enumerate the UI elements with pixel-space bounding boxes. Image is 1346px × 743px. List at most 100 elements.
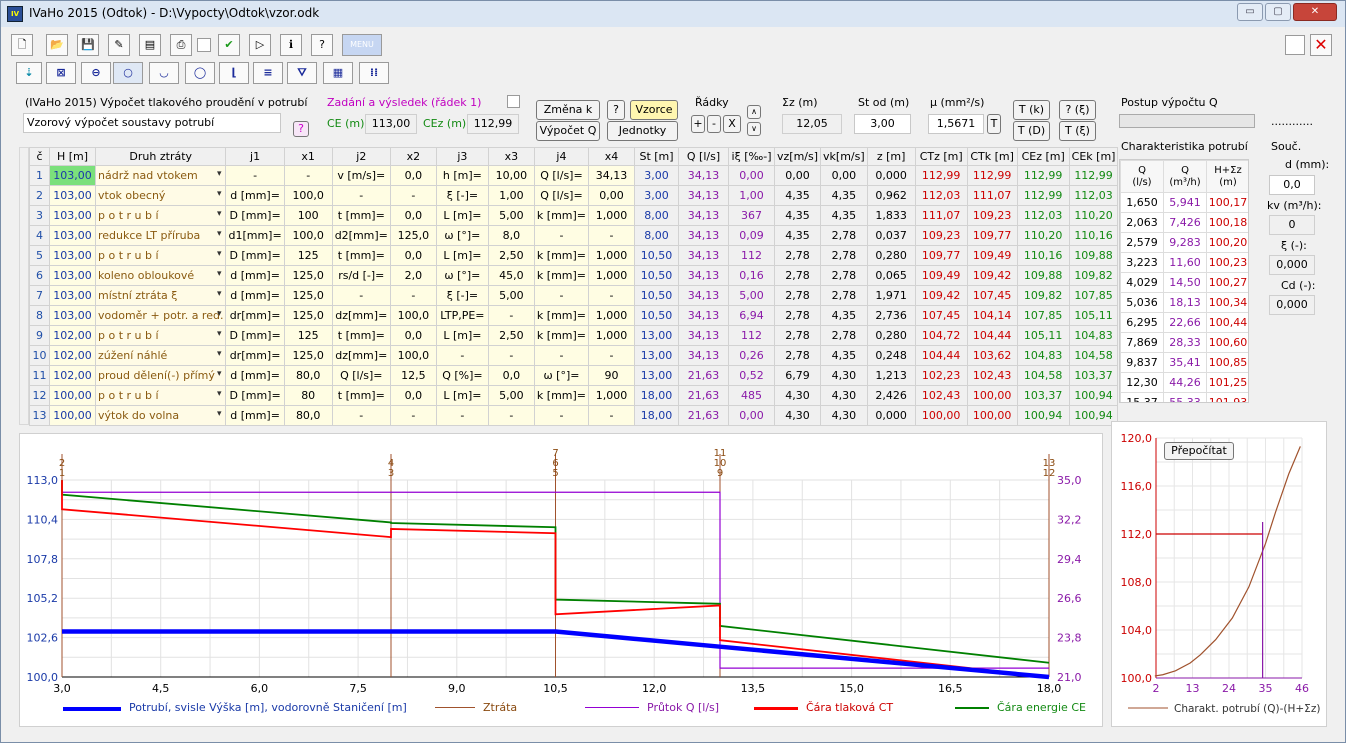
new-file-icon[interactable]: 🗋 [11, 34, 33, 56]
cell-druh-ztraty[interactable]: p o t r u b í ▾ [94, 245, 227, 266]
cell-j1[interactable]: dr[mm]= [225, 305, 285, 326]
cell-h-m[interactable]: 103,00 [49, 265, 96, 286]
cell-j1[interactable]: D [mm]= [225, 245, 285, 266]
cell-j3[interactable]: L [m]= [435, 205, 489, 226]
row-remove-button[interactable]: - [707, 115, 721, 133]
cell-x2[interactable]: - [389, 185, 437, 206]
grid-icon[interactable]: ⁞⁞ [359, 62, 389, 84]
cell-j3[interactable]: h [m]= [435, 165, 489, 186]
ring-icon[interactable]: ◯ [185, 62, 215, 84]
cell-x3[interactable]: 45,0 [487, 265, 535, 286]
cell-j4[interactable]: - [533, 225, 590, 246]
table-row[interactable]: 5 103,00 p o t r u b í ▾ D [mm]= 125 t [mm]= 0,… [29, 245, 1119, 266]
cell-druh-ztraty[interactable]: výtok do volna ▾ [94, 405, 227, 426]
vzorce-button[interactable]: Vzorce [630, 100, 678, 120]
cell-j2[interactable]: - [331, 185, 391, 206]
cell-j4[interactable]: k [mm]= [533, 265, 590, 286]
cell-j3[interactable]: ξ [-]= [435, 285, 489, 306]
cell-h-m[interactable]: 103,00 [49, 225, 96, 246]
input-result-checkbox[interactable] [507, 95, 520, 108]
cell-h-m[interactable]: 100,00 [49, 385, 96, 406]
cell-j2[interactable]: v [m/s]= [331, 165, 391, 186]
cell-x3[interactable]: 5,00 [487, 285, 535, 306]
cell-druh-ztraty[interactable]: proud dělení(-) přímý ▾ [94, 365, 227, 386]
half-circle-icon[interactable]: ⊖ [81, 62, 111, 84]
cell-x1[interactable]: 125,0 [283, 345, 333, 366]
cell-x2[interactable]: - [389, 405, 437, 426]
dropdown-arrow-icon[interactable]: ▾ [217, 349, 222, 359]
cell-h-m[interactable]: 100,00 [49, 405, 96, 426]
cell-x3[interactable]: 0,0 [487, 365, 535, 386]
cell-j2[interactable]: - [331, 285, 391, 306]
table-row[interactable]: 10 102,00 zúžení náhlé ▾ dr[mm]= 125,0 dz[mm]=… [29, 345, 1119, 366]
tap-icon[interactable]: ⛛ [287, 62, 317, 84]
cell-h-m[interactable]: 103,00 [49, 205, 96, 226]
st-od-input[interactable]: 3,00 [854, 114, 911, 134]
cell-j2[interactable]: - [331, 405, 391, 426]
cell-j3[interactable]: L [m]= [435, 385, 489, 406]
edit-icon[interactable]: ✎ [108, 34, 130, 56]
cell-j2[interactable]: t [mm]= [331, 325, 391, 346]
dropdown-arrow-icon[interactable]: ▾ [217, 329, 222, 339]
dropdown-arrow-icon[interactable]: ▾ [217, 269, 222, 279]
step-icon[interactable]: ⌊ [219, 62, 249, 84]
row-add-button[interactable]: + [691, 115, 705, 133]
menu-icon[interactable]: MENU [342, 34, 382, 56]
cell-j1[interactable]: d [mm]= [225, 405, 285, 426]
cell-x2[interactable]: 0,0 [389, 165, 437, 186]
cell-x1[interactable]: 100,0 [283, 225, 333, 246]
corner-close-icon[interactable]: ✕ [1310, 34, 1332, 56]
cell-x4[interactable]: 0,00 [588, 185, 636, 206]
cell-h-m[interactable]: 102,00 [49, 325, 96, 346]
t-xi-button[interactable]: T (ξ) [1059, 121, 1096, 141]
dropdown-arrow-icon[interactable]: ▾ [217, 229, 222, 239]
row-up-button[interactable]: ∧ [747, 105, 761, 119]
cell-druh-ztraty[interactable]: vodoměr + potr. a red. ▾ [94, 305, 227, 326]
table-row[interactable]: 6 103,00 koleno obloukové ▾ d [mm]= 125,0 rs/d… [29, 265, 1119, 286]
cell-j4[interactable]: k [mm]= [533, 205, 590, 226]
check-icon[interactable]: ✔ [218, 34, 240, 56]
cell-x1[interactable]: 100 [283, 205, 333, 226]
table-icon[interactable]: ▦ [323, 62, 353, 84]
cell-j1[interactable]: D [mm]= [225, 205, 285, 226]
cell-h-m[interactable]: 103,00 [49, 305, 96, 326]
cell-druh-ztraty[interactable]: vtok obecný ▾ [94, 185, 227, 206]
cell-j3[interactable]: L [m]= [435, 325, 489, 346]
cell-x2[interactable]: 0,0 [389, 385, 437, 406]
cell-druh-ztraty[interactable]: p o t r u b í ▾ [94, 325, 227, 346]
cell-j2[interactable]: dz[mm]= [331, 305, 391, 326]
cell-j3[interactable]: Q [%]= [435, 365, 489, 386]
cell-j3[interactable]: - [435, 345, 489, 366]
mu-input[interactable]: 1,5671 [928, 114, 984, 134]
cell-x4[interactable]: - [588, 285, 636, 306]
cell-x1[interactable]: 125,0 [283, 285, 333, 306]
table-row[interactable]: 4 103,00 redukce LT příruba ▾ d1[mm]= 100,0 d2… [29, 225, 1119, 246]
dropdown-arrow-icon[interactable]: ▾ [217, 289, 222, 299]
cell-j1[interactable]: - [225, 165, 285, 186]
cell-x4[interactable]: 90 [588, 365, 636, 386]
cell-x1[interactable]: 125 [283, 325, 333, 346]
cell-x2[interactable]: 2,0 [389, 265, 437, 286]
cell-j1[interactable]: D [mm]= [225, 325, 285, 346]
t-d-button[interactable]: T (D) [1013, 121, 1050, 141]
cell-x4[interactable]: 1,000 [588, 305, 636, 326]
flow-icon[interactable]: ⇣ [16, 62, 42, 84]
jednotky-button[interactable]: Jednotky [607, 121, 678, 141]
vypocet-q-button[interactable]: Výpočet Q [536, 121, 600, 141]
table-row[interactable]: 11 102,00 proud dělení(-) přímý ▾ d [mm]= 80,… [29, 365, 1119, 386]
cell-x4[interactable]: 1,000 [588, 245, 636, 266]
help-button[interactable]: ? [607, 100, 625, 120]
cell-j4[interactable]: - [533, 285, 590, 306]
cell-x2[interactable]: 12,5 [389, 365, 437, 386]
cell-j4[interactable]: k [mm]= [533, 385, 590, 406]
zmena-k-button[interactable]: Změna k [536, 100, 600, 120]
cell-x1[interactable]: 80,0 [283, 365, 333, 386]
window-icon[interactable]: ▤ [139, 34, 161, 56]
maximize-button[interactable]: ▢ [1265, 3, 1291, 21]
cell-x2[interactable]: 100,0 [389, 345, 437, 366]
cell-j2[interactable]: d2[mm]= [331, 225, 391, 246]
channel-icon[interactable]: ◡ [149, 62, 179, 84]
cell-j4[interactable]: ω [°]= [533, 365, 590, 386]
souc-d-input[interactable]: 0,0 [1269, 175, 1315, 195]
cell-j1[interactable]: d [mm]= [225, 365, 285, 386]
